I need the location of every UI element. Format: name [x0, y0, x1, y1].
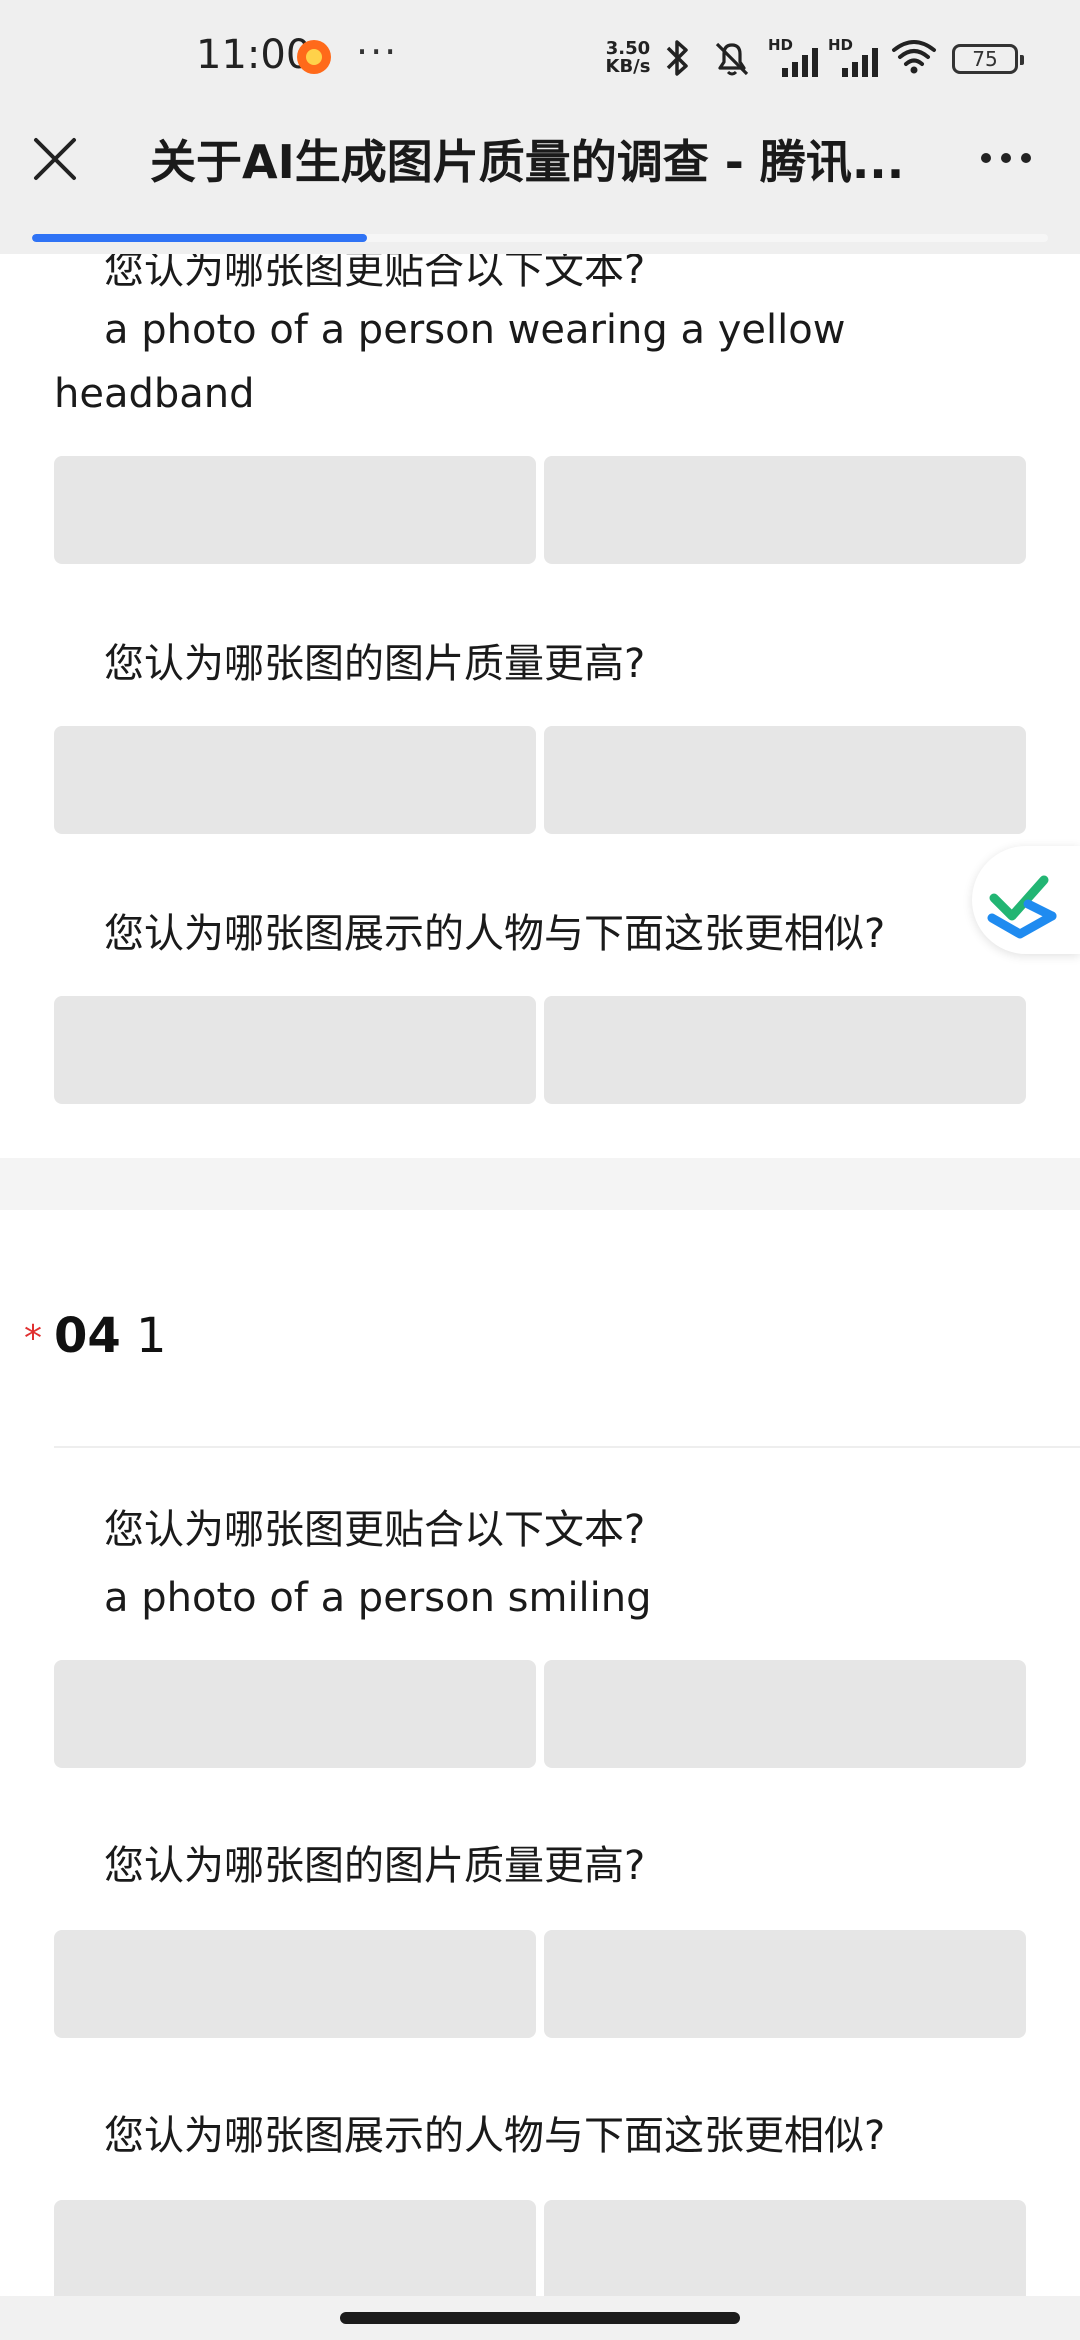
- image-option-b[interactable]: [544, 2200, 1026, 2308]
- question-title: 您认为哪张图更贴合以下文本?: [104, 1507, 646, 1553]
- image-option-a[interactable]: [54, 456, 536, 564]
- cell-signal-1: HD: [768, 36, 822, 80]
- check-badge-icon: [987, 875, 1057, 939]
- question-number: 04: [54, 1308, 121, 1364]
- battery-indicator: 75: [952, 44, 1024, 74]
- network-speed: 3.50 KB/s: [602, 40, 654, 76]
- image-option-b[interactable]: [544, 726, 1026, 834]
- image-option-row: [54, 2200, 1026, 2308]
- question-prompt-text-cont: headband: [54, 371, 255, 417]
- image-option-row: [54, 456, 1026, 564]
- more-horizontal-icon[interactable]: [976, 138, 1036, 178]
- network-speed-unit: KB/s: [605, 56, 651, 77]
- question-prompt-text: a photo of a person wearing a yellow: [104, 307, 846, 353]
- image-option-b[interactable]: [544, 456, 1026, 564]
- wifi-icon: [892, 40, 936, 74]
- image-option-a[interactable]: [54, 996, 536, 1104]
- image-option-a[interactable]: [54, 1660, 536, 1768]
- image-option-a[interactable]: [54, 2200, 536, 2308]
- image-option-a[interactable]: [54, 726, 536, 834]
- status-time: 11:00: [196, 32, 312, 78]
- page-title: 关于AI生成图片质量的调查 - 腾讯...: [150, 135, 905, 189]
- image-option-b[interactable]: [544, 996, 1026, 1104]
- signal-bars-icon: [842, 48, 878, 77]
- home-indicator[interactable]: [340, 2312, 740, 2324]
- image-option-b[interactable]: [544, 1660, 1026, 1768]
- title-bar: 关于AI生成图片质量的调查 - 腾讯...: [0, 118, 1080, 218]
- image-option-row: [54, 1930, 1026, 2038]
- survey-content: 您认为哪张图更贴合以下文本? a photo of a person weari…: [0, 0, 1080, 2340]
- image-option-row: [54, 726, 1026, 834]
- bell-muted-icon: [715, 42, 749, 76]
- status-more-icon: ···: [356, 30, 399, 74]
- progress-fill: [32, 234, 368, 242]
- image-option-a[interactable]: [54, 1930, 536, 2038]
- required-mark: *: [24, 1318, 42, 1359]
- image-option-row: [54, 1660, 1026, 1768]
- divider: [54, 1446, 1080, 1448]
- signal-bars-icon: [782, 48, 818, 77]
- question-title: 您认为哪张图的图片质量更高?: [104, 1843, 646, 1889]
- status-bar: 11:00 ··· 3.50 KB/s HD HD 75: [0, 0, 1080, 118]
- system-navigation-bar: [0, 2296, 1080, 2340]
- app-notification-icon: [297, 40, 331, 74]
- image-option-row: [54, 996, 1026, 1104]
- question-title: 您认为哪张图展示的人物与下面这张更相似?: [104, 911, 886, 957]
- question-heading: 1: [136, 1308, 167, 1364]
- cell-signal-2: HD: [828, 36, 882, 80]
- question-title: 您认为哪张图展示的人物与下面这张更相似?: [104, 2113, 886, 2159]
- bluetooth-icon: [666, 40, 688, 76]
- question-title: 您认为哪张图的图片质量更高?: [104, 641, 646, 687]
- close-icon[interactable]: [28, 132, 82, 186]
- image-option-b[interactable]: [544, 1930, 1026, 2038]
- check-badge-button[interactable]: [972, 846, 1080, 954]
- progress-bar: [32, 234, 1048, 242]
- section-separator: [0, 1158, 1080, 1210]
- question-prompt-text: a photo of a person smiling: [104, 1575, 652, 1621]
